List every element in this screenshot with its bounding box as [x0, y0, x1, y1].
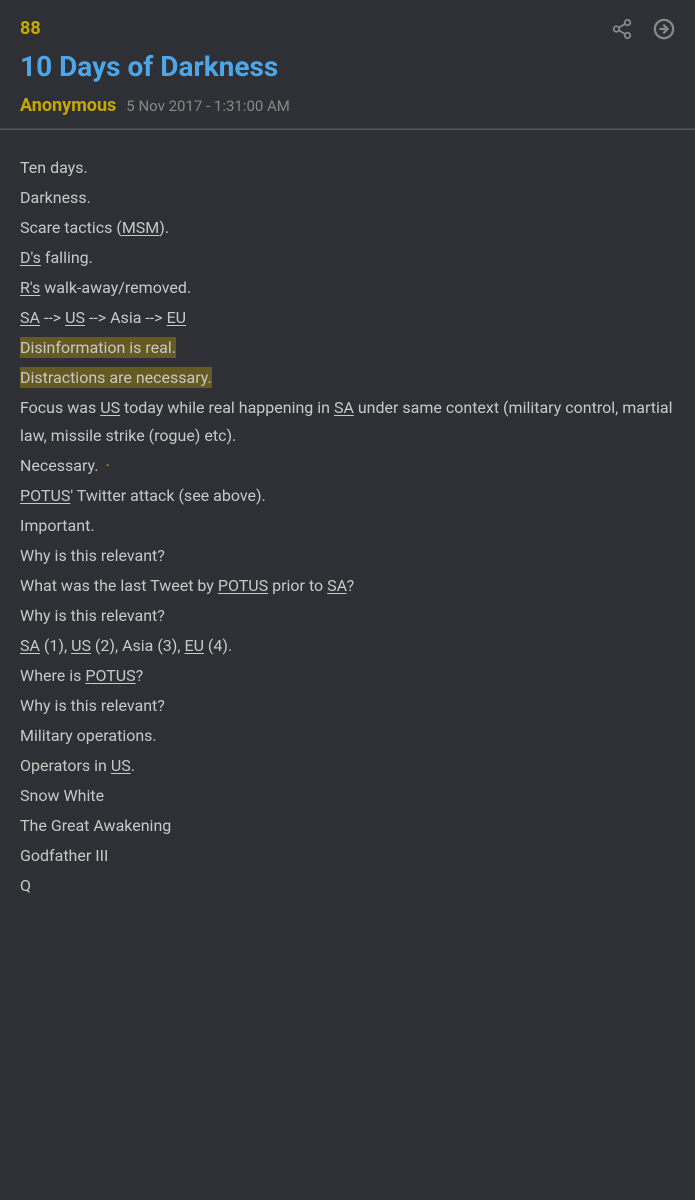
line23: Godfather III [20, 842, 675, 870]
line17: Where is POTUS? [20, 662, 675, 690]
rs-abbr: R's [20, 278, 40, 297]
us-abbr3: US [71, 636, 91, 655]
sa-abbr2: SA [334, 398, 354, 417]
post-header: 88 10 Days of Darkness Anonymous 5 Nov 2… [0, 0, 695, 129]
potus-abbr1: POTUS [20, 486, 70, 505]
msm-abbr: MSM [122, 218, 159, 237]
line18: Why is this relevant? [20, 692, 675, 720]
sa-abbr4: SA [20, 636, 40, 655]
disinformation-highlight: Disinformation is real. [20, 337, 176, 358]
line16: SA (1), US (2), Asia (3), EU (4). [20, 632, 675, 660]
line1: Ten days. [20, 154, 675, 182]
line12: Important. [20, 512, 675, 540]
line13: Why is this relevant? [20, 542, 675, 570]
potus-abbr3: POTUS [85, 666, 135, 685]
line7: Disinformation is real. [20, 334, 675, 362]
share-icon[interactable] [611, 18, 633, 45]
post-title: 10 Days of Darkness [20, 49, 675, 85]
post-date: 5 Nov 2017 - 1:31:00 AM [126, 97, 290, 115]
dot-marker: · [105, 456, 109, 475]
line9: Focus was US today while real happening … [20, 394, 675, 450]
us-abbr2: US [100, 398, 120, 417]
line19: Military operations. [20, 722, 675, 750]
line24: Q [20, 872, 675, 900]
line21: Snow White [20, 782, 675, 810]
eu-abbr2: EU [184, 636, 203, 655]
line6: SA --> US --> Asia --> EU [20, 304, 675, 332]
line14: What was the last Tweet by POTUS prior t… [20, 572, 675, 600]
post-number: 88 [20, 18, 675, 39]
line5: R's walk-away/removed. [20, 274, 675, 302]
post-content: Ten days. Darkness. Scare tactics (MSM).… [0, 130, 695, 932]
line20: Operators in US. [20, 752, 675, 780]
line4: D's falling. [20, 244, 675, 272]
forward-icon[interactable] [653, 18, 675, 45]
ds-abbr: D's [20, 248, 41, 267]
line22: The Great Awakening [20, 812, 675, 840]
line11: POTUS' Twitter attack (see above). [20, 482, 675, 510]
line15: Why is this relevant? [20, 602, 675, 630]
us-abbr4: US [111, 756, 131, 775]
post-meta: Anonymous 5 Nov 2017 - 1:31:00 AM [20, 95, 675, 116]
line3: Scare tactics (MSM). [20, 214, 675, 242]
sa-abbr1: SA [20, 308, 40, 327]
sa-abbr3: SA [327, 576, 346, 595]
line8: Distractions are necessary. [20, 364, 675, 392]
distractions-highlight: Distractions are necessary. [20, 367, 212, 388]
us-abbr1: US [65, 308, 85, 327]
eu-abbr1: EU [167, 308, 186, 327]
header-icons [611, 18, 675, 45]
potus-abbr2: POTUS [218, 576, 268, 595]
post-author: Anonymous [20, 95, 116, 116]
line2: Darkness. [20, 184, 675, 212]
line10: Necessary. · [20, 452, 675, 480]
